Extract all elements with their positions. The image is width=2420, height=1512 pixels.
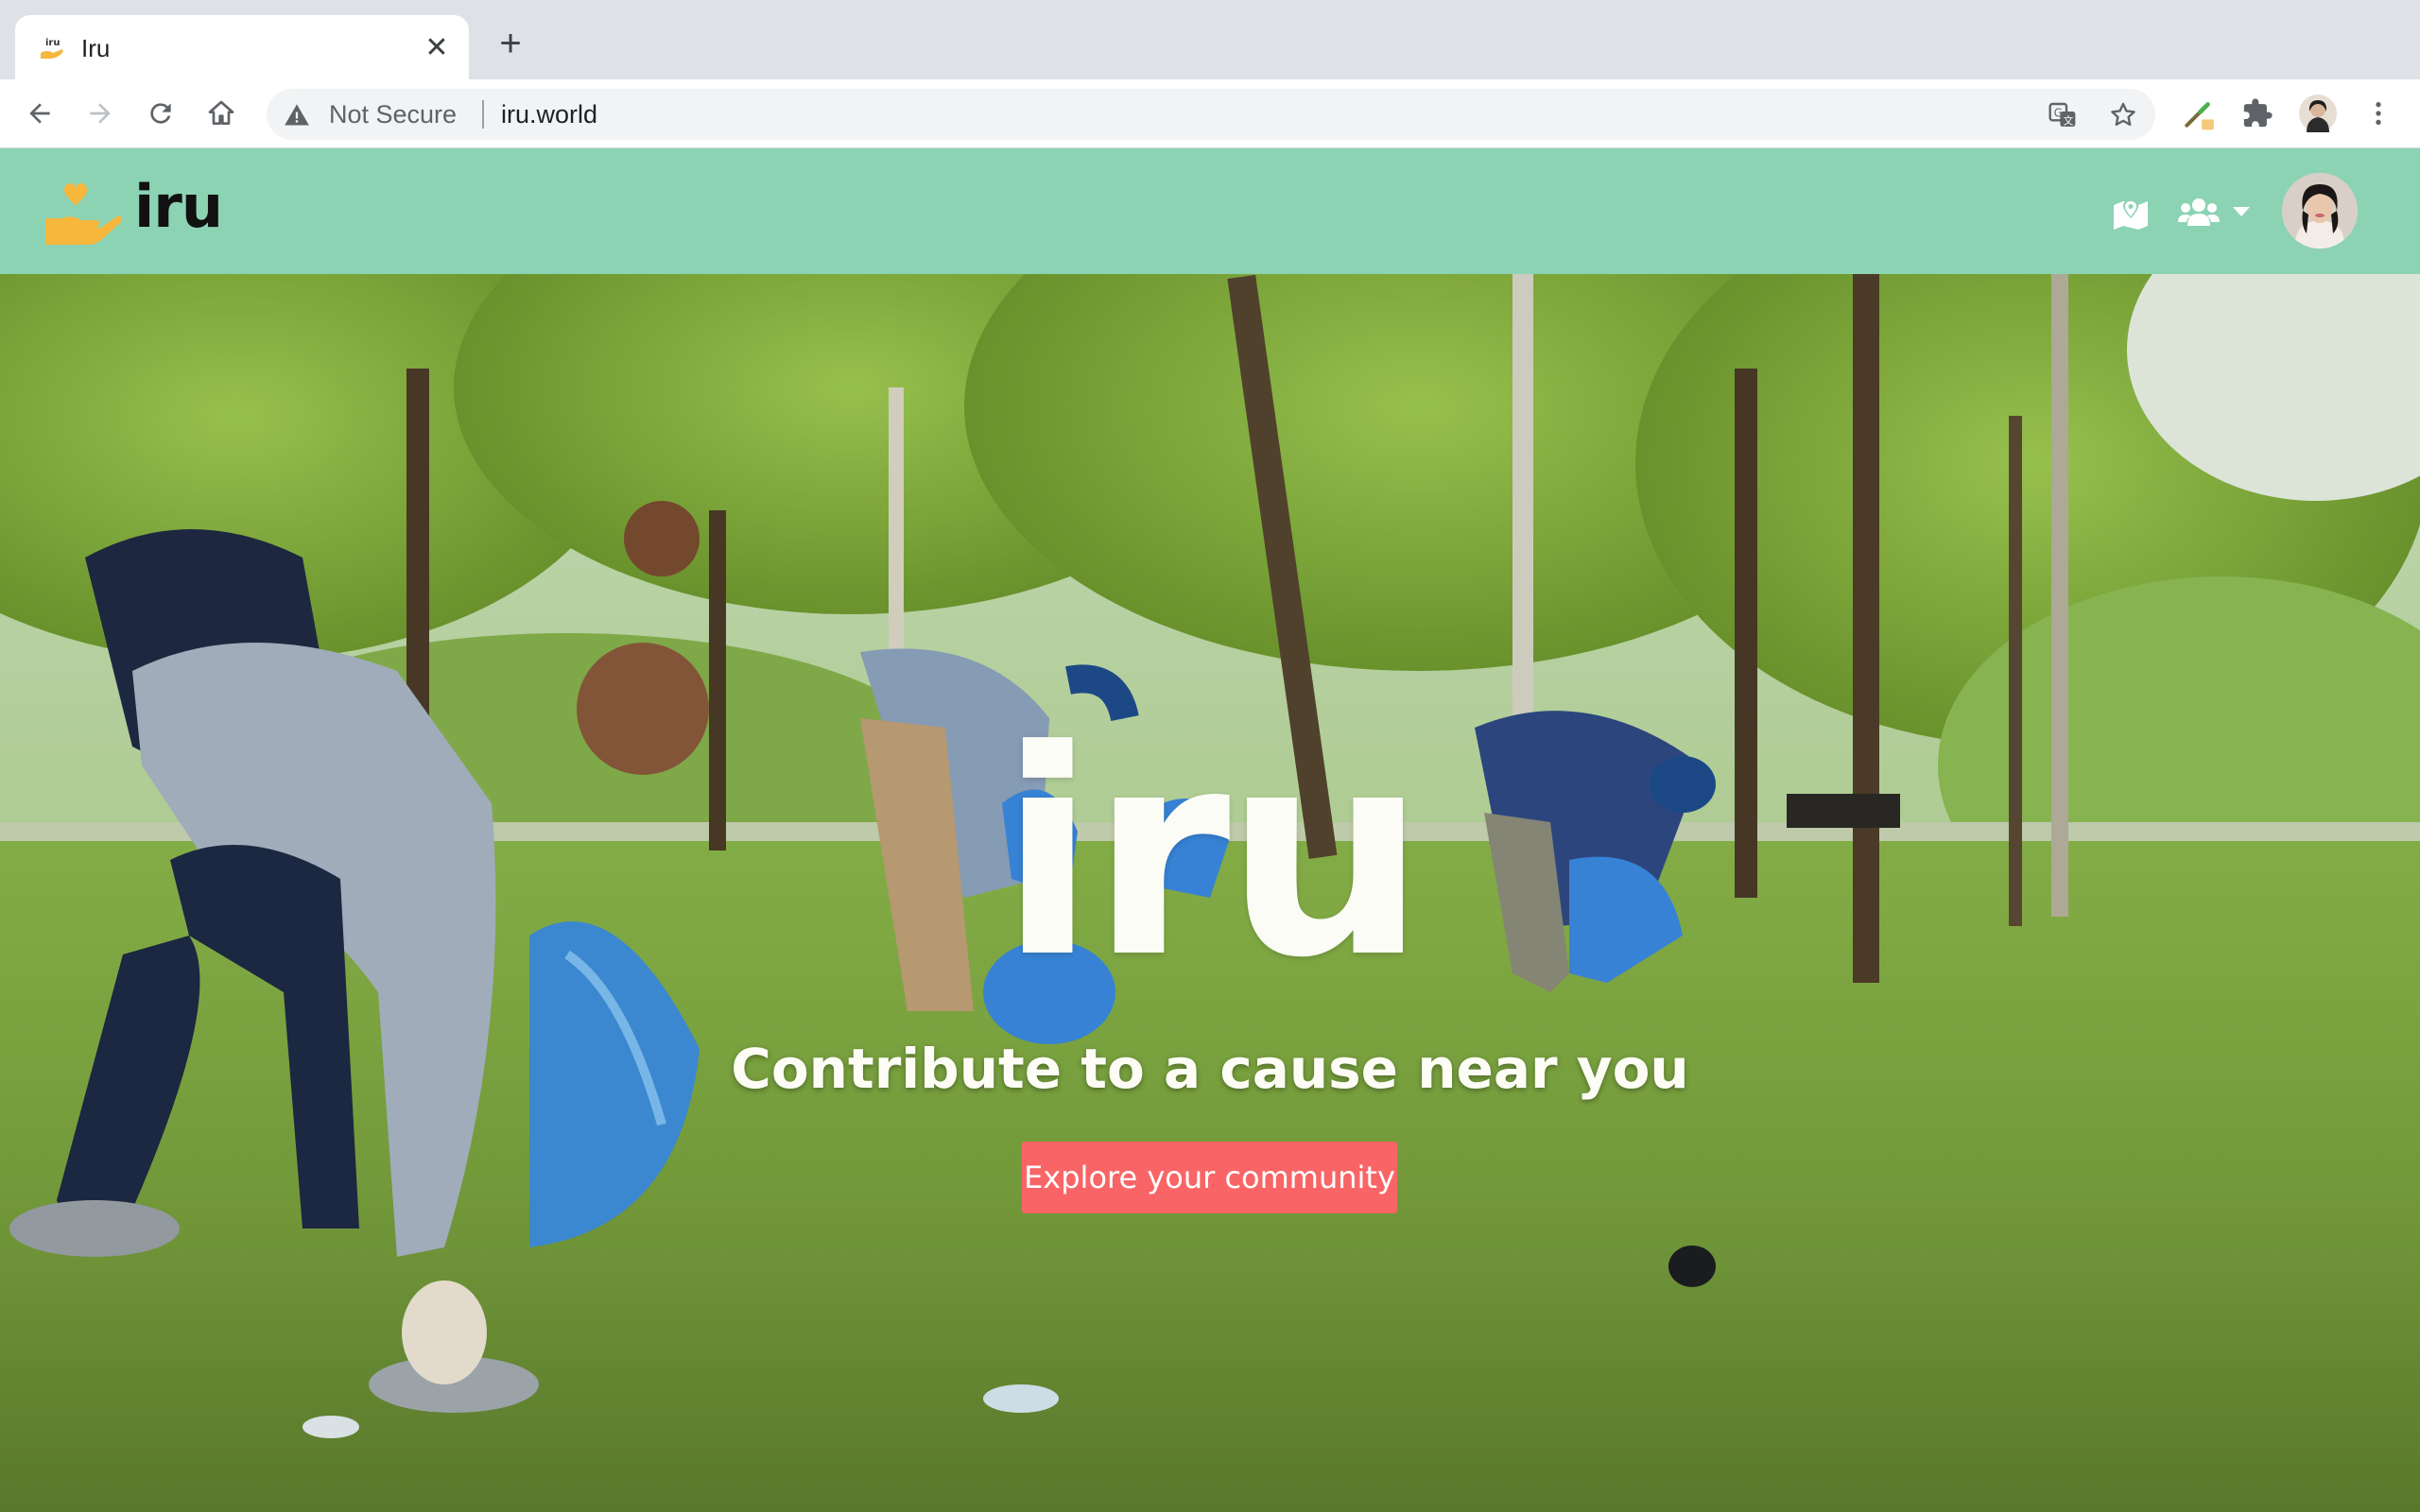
user-avatar[interactable] xyxy=(2282,173,2358,249)
more-vert-icon[interactable] xyxy=(2360,94,2397,132)
hero-brand-title: iru xyxy=(998,690,1426,1020)
svg-text:iru: iru xyxy=(45,38,60,48)
browser-toolbar: Not Secure iru.world G文 xyxy=(0,79,2420,148)
divider xyxy=(482,100,484,129)
arrow-left-icon[interactable] xyxy=(21,94,59,132)
reload-icon[interactable] xyxy=(142,94,180,132)
app-header: iru xyxy=(0,148,2420,274)
logo-text[interactable]: iru xyxy=(134,169,223,245)
puzzle-extensions-icon[interactable] xyxy=(2238,94,2276,132)
svg-text:文: 文 xyxy=(2064,114,2074,127)
caret-down-icon[interactable] xyxy=(2233,207,2250,216)
hand-heart-icon[interactable] xyxy=(43,177,123,247)
users-icon[interactable] xyxy=(2178,196,2220,228)
warning-icon xyxy=(285,104,309,126)
close-icon[interactable]: ✕ xyxy=(420,30,454,64)
tab-title: Iru xyxy=(81,34,111,62)
profile-avatar[interactable] xyxy=(2299,94,2337,132)
bookmark-star-icon[interactable] xyxy=(2108,100,2138,130)
map-icon[interactable] xyxy=(2112,194,2150,232)
browser-tab[interactable]: iru Iru ✕ xyxy=(15,15,469,79)
security-label[interactable]: Not Secure xyxy=(329,98,457,130)
home-icon[interactable] xyxy=(202,94,240,132)
hero-tagline: Contribute to a cause near you xyxy=(731,1037,1689,1101)
hero-section: iru Contribute to a cause near you Explo… xyxy=(0,274,2420,1512)
url-text[interactable]: iru.world xyxy=(501,98,597,130)
explore-community-button[interactable]: Explore your community xyxy=(1022,1142,1397,1213)
plus-icon[interactable]: + xyxy=(492,25,529,62)
browser-tab-strip: iru Iru ✕ + xyxy=(0,0,2420,79)
translate-icon[interactable]: G文 xyxy=(2048,100,2078,130)
arrow-right-icon[interactable] xyxy=(81,94,119,132)
address-bar[interactable]: Not Secure iru.world G文 xyxy=(267,89,2155,140)
iru-favicon-icon: iru xyxy=(41,38,63,60)
eyedropper-extension-icon[interactable] xyxy=(2180,94,2218,132)
